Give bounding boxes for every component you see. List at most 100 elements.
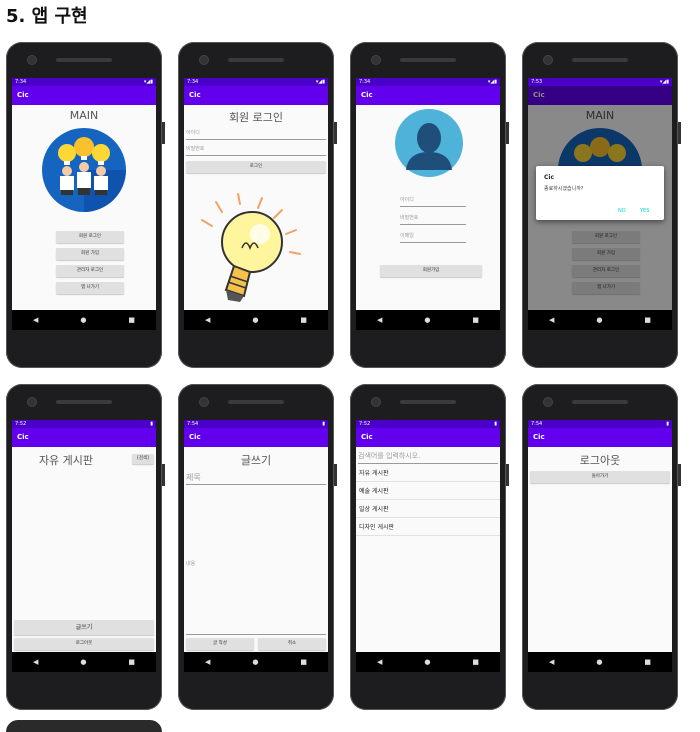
dialog-yes-button[interactable]: YES (640, 208, 649, 214)
content-placeholder: 내용 (186, 561, 196, 567)
register-button[interactable]: 회원가입 (380, 265, 482, 277)
home-icon[interactable]: ● (252, 316, 258, 324)
back-icon[interactable]: ◀ (205, 658, 210, 666)
screen-login: 7:34 ▾◢▮ Cic 회원 로그인 아이디 비밀번호 로그인 ◀ ● ■ (184, 78, 328, 330)
status-time: 7:34 (359, 79, 371, 85)
login-button[interactable]: 로그인 (186, 161, 326, 173)
back-icon[interactable]: ◀ (549, 658, 554, 666)
status-time: 7:54 (531, 421, 543, 427)
content-field[interactable]: 내용 (186, 560, 326, 635)
camera-icon (544, 56, 552, 64)
status-icons: ▮ (494, 421, 497, 427)
nav-bar: ◀ ● ■ (184, 310, 328, 330)
admin-login-button[interactable]: 관리자 로그인 (56, 265, 124, 277)
board-item-daily[interactable]: 일상 게시판 (356, 501, 500, 518)
status-icons: ▮ (666, 421, 669, 427)
member-login-button[interactable]: 회원 로그인 (56, 231, 124, 243)
status-icons: ▾◢▮ (659, 79, 669, 85)
status-time: 7:52 (359, 421, 371, 427)
phone-write: 7:54 ▮ Cic 글쓰기 제목 내용 글 작성 취소 ◀ ● ■ (178, 384, 337, 710)
recents-icon[interactable]: ■ (128, 658, 135, 666)
recents-icon[interactable]: ■ (472, 316, 479, 324)
status-bar: 7:53 ▾◢▮ (528, 78, 672, 86)
section-heading: 5. 앱 구현 (6, 6, 88, 27)
lightbulb-illustration (201, 193, 301, 302)
subject-field[interactable]: 제목 (186, 472, 326, 485)
phone-board-list: 7:52 ▮ Cic 검색어를 입력하시오. 자유 게시판 예술 게시판 일상 게… (350, 384, 509, 710)
home-icon[interactable]: ● (80, 658, 86, 666)
speaker-grille (228, 400, 284, 404)
speaker-grille (228, 58, 284, 62)
phone-login: 7:34 ▾◢▮ Cic 회원 로그인 아이디 비밀번호 로그인 ◀ ● ■ (178, 42, 337, 368)
camera-icon (544, 398, 552, 406)
back-icon[interactable]: ◀ (205, 316, 210, 324)
recents-icon[interactable]: ■ (128, 316, 135, 324)
status-icons: ▮ (322, 421, 325, 427)
recents-icon[interactable]: ■ (644, 316, 651, 324)
status-icons: ▾◢▮ (315, 79, 325, 85)
dialog-message: 종료하시겠습니까? (544, 186, 584, 192)
exit-app-button[interactable]: 앱 나가기 (56, 282, 124, 294)
password-field[interactable]: 비밀번호 (400, 214, 466, 225)
status-icons: ▮ (150, 421, 153, 427)
app-bar: Cic (184, 86, 328, 105)
status-bar: 7:34 ▾◢▮ (184, 78, 328, 86)
home-icon[interactable]: ● (424, 316, 430, 324)
search-button[interactable]: [검색] (132, 454, 154, 464)
app-bar: Cic (528, 428, 672, 447)
cancel-button[interactable]: 취소 (258, 638, 326, 650)
status-bar: 7:34 ▾◢▮ (12, 78, 156, 86)
camera-icon (28, 56, 36, 64)
phone-logout: 7:54 ▮ Cic 로그아웃 돌아가기 ◀ ● ■ (522, 384, 681, 710)
id-field[interactable]: 아이디 (400, 196, 466, 207)
logout-button[interactable]: 로그아웃 (14, 638, 154, 650)
status-icons: ▾◢▮ (143, 79, 153, 85)
status-bar: 7:34 ▾◢▮ (356, 78, 500, 86)
home-icon[interactable]: ● (252, 658, 258, 666)
dialog-title: Cic (544, 174, 555, 181)
go-back-button[interactable]: 돌아가기 (530, 471, 670, 483)
board-item-free[interactable]: 자유 게시판 (356, 465, 500, 482)
screen-main: 7:34 ▾◢▮ Cic MAIN 회원 로그인 회원 가입 관리자 로그인 앱 … (12, 78, 156, 330)
nav-bar: ◀ ● ■ (12, 652, 156, 672)
speaker-grille (400, 58, 456, 62)
camera-icon (372, 398, 380, 406)
sign-up-button[interactable]: 회원 가입 (56, 248, 124, 260)
camera-icon (28, 398, 36, 406)
speaker-grille (572, 400, 628, 404)
back-icon[interactable]: ◀ (33, 316, 38, 324)
search-input[interactable]: 검색어를 입력하시오. (358, 451, 498, 464)
back-icon[interactable]: ◀ (377, 658, 382, 666)
write-post-button[interactable]: 글쓰기 (14, 620, 154, 635)
back-icon[interactable]: ◀ (33, 658, 38, 666)
board-item-design[interactable]: 디자인 게시판 (356, 519, 500, 536)
recents-icon[interactable]: ■ (472, 658, 479, 666)
recents-icon[interactable]: ■ (300, 658, 307, 666)
team-lightbulb-illustration (42, 128, 126, 212)
screen-exit-dialog: 7:53 ▾◢▮ Cic MAIN 회원 로그인 회원 가입 관리자 로그인 앱 … (528, 78, 672, 330)
nav-bar: ◀ ● ■ (184, 652, 328, 672)
dialog-no-button[interactable]: NO (618, 208, 626, 214)
home-icon[interactable]: ● (596, 658, 602, 666)
screen-logout: 7:54 ▮ Cic 로그아웃 돌아가기 ◀ ● ■ (528, 420, 672, 672)
status-bar: 7:52 ▮ (356, 420, 500, 428)
recents-icon[interactable]: ■ (644, 658, 651, 666)
back-icon[interactable]: ◀ (549, 316, 554, 324)
app-bar: Cic (12, 428, 156, 447)
email-field[interactable]: 이메일 (400, 232, 466, 243)
phone-main: 7:34 ▾◢▮ Cic MAIN 회원 로그인 회원 가입 관리자 로그인 앱 … (6, 42, 165, 368)
id-field[interactable]: 아이디 (186, 129, 326, 140)
recents-icon[interactable]: ■ (300, 316, 307, 324)
home-icon[interactable]: ● (80, 316, 86, 324)
submit-post-button[interactable]: 글 작성 (186, 638, 254, 650)
speaker-grille (56, 400, 112, 404)
board-item-art[interactable]: 예술 게시판 (356, 483, 500, 500)
page-title: MAIN (69, 109, 99, 122)
password-field[interactable]: 비밀번호 (186, 145, 326, 156)
home-icon[interactable]: ● (596, 316, 602, 324)
phone-register: 7:34 ▾◢▮ Cic 아이디 비밀번호 이메일 회원가입 ◀ ● ■ (350, 42, 509, 368)
back-icon[interactable]: ◀ (377, 316, 382, 324)
status-time: 7:53 (531, 79, 543, 85)
screen-register: 7:34 ▾◢▮ Cic 아이디 비밀번호 이메일 회원가입 ◀ ● ■ (356, 78, 500, 330)
home-icon[interactable]: ● (424, 658, 430, 666)
